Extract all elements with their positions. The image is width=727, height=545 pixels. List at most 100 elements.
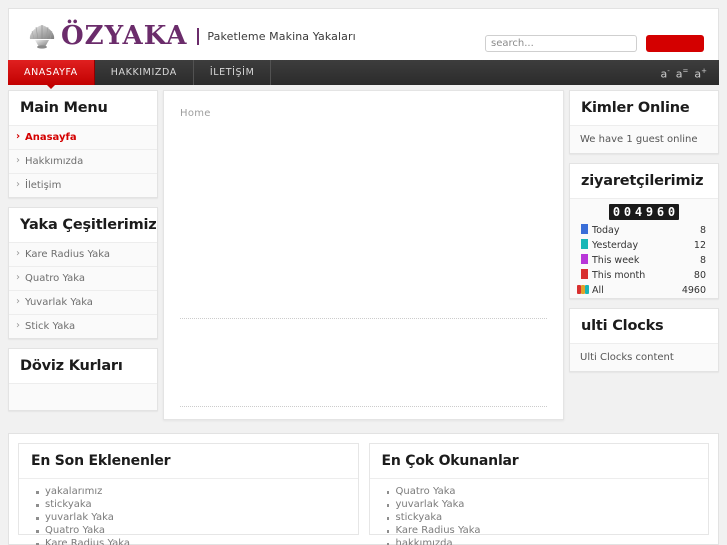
stat-label: All xyxy=(592,284,604,296)
module-title: ulti Clocks xyxy=(570,309,718,344)
main-menu-list: Anasayfa Hakkımızda İletişim xyxy=(9,126,157,197)
box-title: En Çok Okunanlar xyxy=(369,444,708,479)
person-icon xyxy=(581,224,588,234)
left-sidebar: Main Menu Anasayfa Hakkımızda İletişim Y… xyxy=(8,90,158,420)
list-item: Quatro Yaka xyxy=(9,267,157,291)
list-item: Kare Radius Yaka xyxy=(9,243,157,267)
module-body: Kare Radius Yaka Quatro Yaka Yuvarlak Ya… xyxy=(9,243,157,338)
sidebar-item-hakkimizda[interactable]: Hakkımızda xyxy=(9,150,157,173)
list-item[interactable]: yuvarlak Yaka xyxy=(386,498,709,511)
stat-label: Today xyxy=(592,224,620,236)
person-icon xyxy=(581,269,588,279)
list-item[interactable]: Quatro Yaka xyxy=(386,485,709,498)
stat-value: 12 xyxy=(693,239,706,251)
popular-items-list: Quatro Yaka yuvarlak Yaka stickyaka Kare… xyxy=(370,479,709,545)
fan-shell-icon xyxy=(27,23,57,49)
content-divider-top xyxy=(180,318,547,319)
module-body xyxy=(9,384,157,410)
counter-digit: 6 xyxy=(656,205,665,219)
module-title: Main Menu xyxy=(9,91,157,126)
search-button[interactable] xyxy=(646,35,704,52)
counter-digit: 0 xyxy=(612,205,621,219)
table-row: Today 8 xyxy=(570,223,718,238)
list-item[interactable]: Kare Radius Yaka xyxy=(36,537,358,545)
module-title: Kimler Online xyxy=(570,91,718,126)
stat-value: 4960 xyxy=(681,284,706,296)
search-input[interactable] xyxy=(485,35,637,52)
module-main-menu: Main Menu Anasayfa Hakkımızda İletişim xyxy=(8,90,158,198)
module-title: ziyaretçilerimiz xyxy=(570,164,718,199)
search-area xyxy=(485,35,704,52)
logo-divider xyxy=(197,27,200,45)
list-item: Yuvarlak Yaka xyxy=(9,291,157,315)
group-icon xyxy=(577,284,589,294)
list-item: İletişim xyxy=(9,174,157,197)
module-title: Yaka Çeşitlerimiz xyxy=(9,208,157,243)
visitor-stats-table: Today 8 Yesterday 12 This week 8 This mo… xyxy=(570,223,718,298)
box-en-son-eklenenler: En Son Eklenenler yakalarımız stickyaka … xyxy=(18,443,359,545)
list-item[interactable]: yakalarımız xyxy=(36,485,358,498)
counter-digit: 9 xyxy=(645,205,654,219)
person-icon xyxy=(581,254,588,264)
sidebar-item-stick-yaka[interactable]: Stick Yaka xyxy=(9,315,157,338)
sidebar-item-yuvarlak-yaka[interactable]: Yuvarlak Yaka xyxy=(9,291,157,314)
stat-value: 8 xyxy=(699,254,706,266)
module-body: Anasayfa Hakkımızda İletişim xyxy=(9,126,157,197)
sidebar-item-quatro-yaka[interactable]: Quatro Yaka xyxy=(9,267,157,290)
person-icon xyxy=(581,239,588,249)
font-decrease-button[interactable]: a- xyxy=(660,66,669,80)
logo-wordmark: ÖZYAKA xyxy=(61,21,188,51)
site-logo[interactable]: ÖZYAKA Paketleme Makina Yakaları xyxy=(27,23,356,49)
ulti-clocks-content: Ulti Clocks content xyxy=(570,344,718,371)
right-sidebar: Kimler Online We have 1 guest online ziy… xyxy=(569,90,719,381)
list-item: Stick Yaka xyxy=(9,315,157,338)
list-item[interactable]: yuvarlak Yaka xyxy=(36,511,358,524)
counter-digits: 004960 xyxy=(609,204,679,220)
module-body: 00 4960 Today 8 Yesterday 12 This week 8 … xyxy=(570,199,718,298)
table-row: This week 8 xyxy=(570,253,718,268)
list-item[interactable]: stickyaka xyxy=(386,511,709,524)
list-item[interactable]: Quatro Yaka xyxy=(36,524,358,537)
nav-label: ANASAYFA xyxy=(24,67,78,78)
site-header: ÖZYAKA Paketleme Makina Yakaları xyxy=(8,8,719,60)
module-yaka-cesitlerimiz: Yaka Çeşitlerimiz Kare Radius Yaka Quatr… xyxy=(8,207,158,339)
nav-item-hakkimizda[interactable]: HAKKIMIZDA xyxy=(95,60,194,85)
module-ulti-clocks: ulti Clocks Ulti Clocks content xyxy=(569,308,719,372)
list-item[interactable]: stickyaka xyxy=(36,498,358,511)
table-row: This month 80 xyxy=(570,268,718,283)
module-title: Döviz Kurları xyxy=(9,349,157,384)
module-doviz-kurlari: Döviz Kurları xyxy=(8,348,158,411)
content-divider-bottom xyxy=(180,406,547,407)
box-title: En Son Eklenenler xyxy=(19,444,358,479)
stat-label: This week xyxy=(592,254,640,266)
list-item: Hakkımızda xyxy=(9,150,157,174)
bottom-section: En Son Eklenenler yakalarımız stickyaka … xyxy=(8,433,719,545)
nav-item-iletisim[interactable]: İLETİŞİM xyxy=(194,60,272,85)
sidebar-item-kare-radius-yaka[interactable]: Kare Radius Yaka xyxy=(9,243,157,266)
module-ziyaretcilerimiz: ziyaretçilerimiz 00 4960 Today 8 Yesterda… xyxy=(569,163,719,299)
online-guest-text: We have 1 guest online xyxy=(570,126,718,153)
table-row: Yesterday 12 xyxy=(570,238,718,253)
font-size-controls: a- a= a+ xyxy=(660,60,719,85)
main-content: Home xyxy=(163,90,564,420)
main-navigation: ANASAYFA HAKKIMIZDA İLETİŞİM a- a= a+ xyxy=(8,60,719,89)
nav-label: İLETİŞİM xyxy=(209,67,255,78)
page-root: ÖZYAKA Paketleme Makina Yakaları ANASAYF… xyxy=(0,0,727,545)
latest-items-list: yakalarımız stickyaka yuvarlak Yaka Quat… xyxy=(19,479,358,545)
counter-digit: 0 xyxy=(623,205,632,219)
sidebar-item-iletisim[interactable]: İletişim xyxy=(9,174,157,197)
stat-label: Yesterday xyxy=(592,239,639,251)
nav-item-anasayfa[interactable]: ANASAYFA xyxy=(8,60,95,89)
sidebar-item-anasayfa[interactable]: Anasayfa xyxy=(9,126,157,149)
visitor-counter: 004960 xyxy=(570,199,718,223)
yaka-menu-list: Kare Radius Yaka Quatro Yaka Yuvarlak Ya… xyxy=(9,243,157,338)
module-kimler-online: Kimler Online We have 1 guest online xyxy=(569,90,719,154)
stat-value: 8 xyxy=(699,224,706,236)
list-item[interactable]: Kare Radius Yaka xyxy=(386,524,709,537)
font-increase-button[interactable]: a+ xyxy=(694,66,707,80)
nav-label: HAKKIMIZDA xyxy=(110,67,177,78)
font-reset-button[interactable]: a= xyxy=(676,66,689,80)
list-item[interactable]: hakkımızda xyxy=(386,537,709,545)
counter-digit: 4 xyxy=(634,205,643,219)
